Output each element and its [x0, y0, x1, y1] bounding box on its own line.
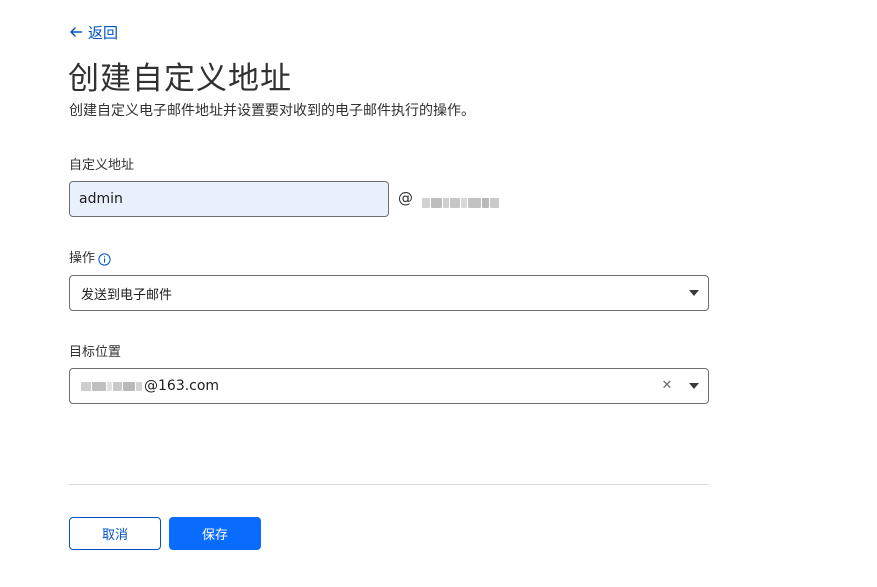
close-icon[interactable]: ✕ [660, 378, 674, 394]
destination-select-value: @163.com [70, 378, 708, 394]
back-link[interactable]: 返回 [69, 21, 118, 43]
custom-address-label: 自定义地址 [69, 157, 134, 175]
chevron-down-icon[interactable] [689, 290, 699, 296]
domain-redacted [422, 196, 500, 210]
info-icon[interactable] [98, 252, 111, 266]
create-custom-address-page: 返回 创建自定义地址 创建自定义电子邮件地址并设置要对收到的电子邮件执行的操作。… [0, 0, 877, 587]
destination-email-suffix: @163.com [144, 378, 220, 394]
destination-label-text: 目标位置 [69, 345, 122, 360]
action-label-text: 操作 [69, 251, 96, 266]
destination-select[interactable]: @163.com ✕ [69, 368, 709, 404]
arrow-left-icon [70, 27, 83, 37]
back-link-label[interactable]: 返回 [88, 22, 118, 43]
destination-label: 目标位置 [69, 344, 121, 362]
page-title: 创建自定义地址 [68, 61, 292, 97]
divider [69, 484, 709, 485]
page-subtitle: 创建自定义电子邮件地址并设置要对收到的电子邮件执行的操作。 [69, 103, 475, 119]
chevron-down-icon[interactable] [689, 383, 699, 389]
action-select-value: 发送到电子邮件 [81, 287, 173, 303]
cancel-button[interactable]: 取消 [69, 517, 161, 550]
custom-address-input[interactable] [69, 181, 389, 217]
action-label: 操作 [69, 250, 111, 268]
save-button[interactable]: 保存 [169, 517, 261, 550]
action-select[interactable]: 发送到电子邮件 [69, 275, 709, 311]
custom-address-label-text: 自定义地址 [69, 158, 135, 173]
destination-redacted [81, 381, 143, 391]
at-symbol: @ [398, 189, 413, 207]
